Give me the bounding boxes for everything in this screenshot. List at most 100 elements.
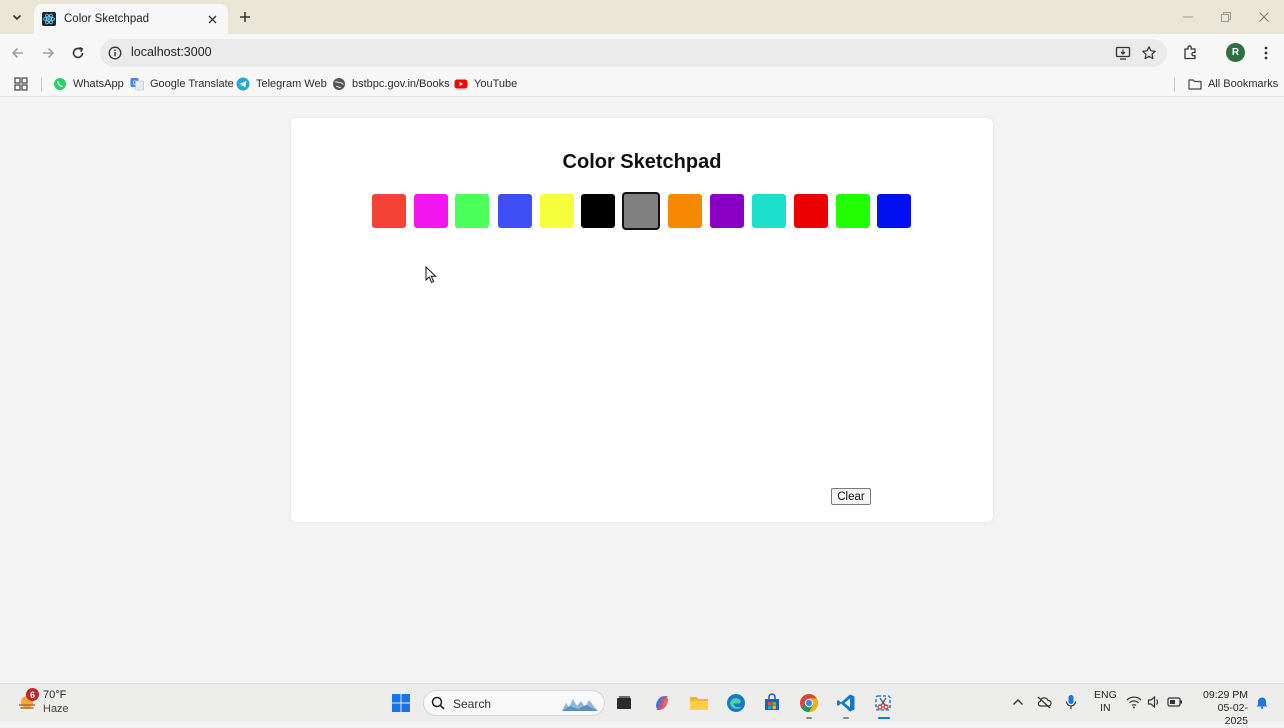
- restore-button[interactable]: [1216, 8, 1236, 26]
- bookmark-telegram-web[interactable]: Telegram Web: [236, 75, 327, 93]
- vscode-icon: [837, 694, 855, 712]
- windows-logo-icon: [392, 694, 410, 712]
- bookmark-label: Telegram Web: [256, 78, 327, 90]
- url-text[interactable]: localhost:3000: [131, 45, 212, 59]
- minimize-icon: [1183, 16, 1193, 18]
- volume-button[interactable]: [1146, 694, 1162, 710]
- folder-icon: [690, 697, 708, 710]
- address-bar[interactable]: localhost:3000: [100, 39, 1167, 67]
- snipping-tool-icon: [875, 695, 891, 711]
- bookmark-label: WhatsApp: [73, 78, 124, 90]
- task-view-button[interactable]: [613, 692, 635, 714]
- color-swatch[interactable]: [668, 194, 702, 228]
- react-favicon-icon: [42, 12, 56, 26]
- minimize-button[interactable]: [1178, 8, 1198, 26]
- color-swatch[interactable]: [622, 192, 660, 230]
- wifi-icon: [1126, 696, 1142, 709]
- region-code: IN: [1100, 702, 1111, 714]
- color-swatch[interactable]: [455, 194, 489, 228]
- tab-title: Color Sketchpad: [64, 13, 150, 25]
- color-swatch[interactable]: [498, 194, 532, 228]
- bookmark-whatsapp[interactable]: WhatsApp: [53, 75, 124, 93]
- extensions-icon[interactable]: [1182, 43, 1200, 61]
- windows-start-button[interactable]: [390, 692, 412, 714]
- youtube-icon: [454, 77, 468, 91]
- weather-temperature[interactable]: 70°F: [43, 689, 66, 701]
- svg-text:G: G: [133, 80, 138, 87]
- mouse-cursor-icon: [425, 266, 437, 284]
- all-bookmarks-button[interactable]: All Bookmarks: [1188, 75, 1278, 93]
- color-swatch[interactable]: [372, 194, 406, 228]
- snipping-tool-button[interactable]: [872, 692, 894, 714]
- microsoft-store-button[interactable]: [761, 692, 783, 714]
- color-swatch[interactable]: [794, 194, 828, 228]
- battery-button[interactable]: [1167, 694, 1183, 710]
- notifications-button[interactable]: [1254, 694, 1270, 710]
- browser-toolbar: localhost:3000 R: [0, 34, 1284, 72]
- bell-icon: [1256, 697, 1268, 709]
- forward-button[interactable]: [38, 43, 58, 63]
- file-explorer-button[interactable]: [688, 692, 710, 714]
- microphone-icon: [1065, 695, 1077, 709]
- bookmark-separator: [41, 77, 42, 92]
- restore-icon: [1221, 12, 1231, 22]
- onedrive-button[interactable]: [1036, 694, 1052, 710]
- color-swatch[interactable]: [836, 194, 870, 228]
- task-view-icon: [617, 696, 631, 709]
- chrome-button[interactable]: [798, 692, 820, 714]
- bookmark-bstbpc[interactable]: bstbpc.gov.in/Books: [332, 75, 450, 93]
- system-clock[interactable]: 09:29 PM 05-02-2025: [1196, 689, 1248, 728]
- sketchpad-card: Color Sketchpad Clear: [291, 118, 993, 522]
- language-code: ENG: [1094, 689, 1117, 701]
- profile-avatar[interactable]: R: [1226, 43, 1245, 62]
- color-swatch[interactable]: [710, 194, 744, 228]
- input-language-indicator[interactable]: ENG IN: [1094, 689, 1117, 715]
- close-icon: [1259, 12, 1269, 22]
- bookmark-google-translate[interactable]: G Google Translate: [130, 75, 234, 93]
- wifi-button[interactable]: [1126, 694, 1142, 710]
- search-icon: [431, 696, 445, 710]
- all-bookmarks-label: All Bookmarks: [1208, 78, 1279, 90]
- reload-button[interactable]: [68, 43, 88, 63]
- clear-button[interactable]: Clear: [831, 488, 871, 505]
- arrow-left-icon: [11, 47, 23, 59]
- back-button[interactable]: [8, 43, 28, 63]
- whatsapp-icon: [53, 77, 67, 91]
- show-hidden-icons-button[interactable]: [1010, 694, 1026, 710]
- close-window-button[interactable]: [1254, 8, 1274, 26]
- battery-icon: [1167, 697, 1182, 707]
- weather-badge: 6: [26, 688, 39, 701]
- arrow-right-icon: [43, 47, 55, 59]
- page-title: Color Sketchpad: [562, 151, 722, 173]
- chrome-icon: [800, 694, 819, 712]
- color-swatch[interactable]: [877, 194, 911, 228]
- new-tab-button[interactable]: [236, 8, 254, 26]
- tab-search-button[interactable]: [6, 6, 28, 28]
- search-label: Search: [453, 697, 492, 711]
- search-highlight-icon: [562, 699, 598, 711]
- info-icon[interactable]: [108, 46, 122, 60]
- taskbar-search[interactable]: Search: [423, 690, 605, 716]
- color-swatch[interactable]: [581, 194, 615, 228]
- speaker-icon: [1147, 695, 1159, 709]
- clock-date: 05-02-2025: [1217, 702, 1248, 727]
- color-swatch[interactable]: [414, 194, 448, 228]
- windows-taskbar: 6 70°F Haze Search ENG IN 09:29 PM 05-02…: [0, 683, 1284, 727]
- microphone-button[interactable]: [1063, 694, 1079, 710]
- active-tab[interactable]: Color Sketchpad: [34, 4, 228, 34]
- bookmark-youtube[interactable]: YouTube: [454, 75, 517, 93]
- bookmark-star-icon[interactable]: [1141, 45, 1157, 61]
- color-swatch[interactable]: [752, 194, 786, 228]
- browser-menu-button[interactable]: [1259, 44, 1273, 62]
- edge-browser-button[interactable]: [725, 692, 747, 714]
- telegram-icon: [236, 77, 250, 91]
- vscode-button[interactable]: [835, 692, 857, 714]
- install-app-icon[interactable]: [1115, 45, 1131, 61]
- running-indicator: [843, 717, 849, 719]
- apps-grid-icon[interactable]: [14, 77, 28, 91]
- tab-close-button[interactable]: [204, 11, 220, 27]
- color-swatch[interactable]: [540, 194, 574, 228]
- store-icon: [765, 693, 779, 710]
- weather-condition[interactable]: Haze: [43, 703, 69, 715]
- copilot-button[interactable]: [651, 692, 673, 714]
